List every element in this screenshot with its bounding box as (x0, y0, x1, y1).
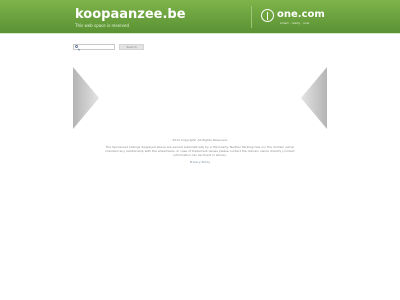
search-icon (75, 45, 78, 48)
one-com-logo-subtext: smart · ready · now (280, 21, 310, 25)
site-tagline: This web space is reserved (75, 23, 130, 28)
disclaimer-text: The Sponsored Listings displayed above a… (105, 145, 295, 157)
one-com-logo-icon[interactable] (261, 9, 274, 22)
header-accent-line (0, 33, 400, 34)
chevron-right-icon[interactable] (301, 67, 327, 129)
search-box[interactable] (73, 44, 115, 50)
header-divider (251, 6, 252, 28)
search-input[interactable] (79, 45, 114, 49)
header-bar: koopaanzee.be This web space is reserved… (0, 0, 400, 33)
site-name: koopaanzee.be (75, 7, 186, 22)
copyright-text: 2012 Copyright. All Rights Reserved. (172, 138, 228, 142)
search-button[interactable]: Search (119, 44, 144, 50)
privacy-policy-link[interactable]: Privacy Policy (100, 160, 300, 164)
one-com-logo-text[interactable]: one.com (277, 9, 325, 20)
chevron-left-icon[interactable] (73, 67, 99, 129)
